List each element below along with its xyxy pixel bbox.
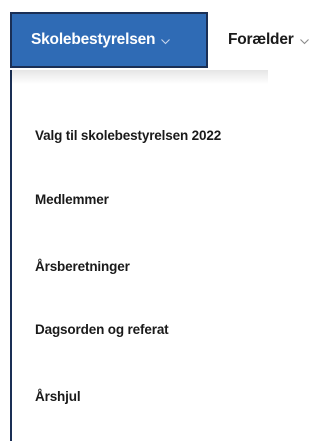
menu-item-valg[interactable]: Valg til skolebestyrelsen 2022 — [35, 126, 221, 146]
menu-item-medlemmer[interactable]: Medlemmer — [35, 190, 109, 210]
nav-item-skolebestyrelsen[interactable]: Skolebestyrelsen — [10, 12, 208, 68]
menu-item-dagsorden[interactable]: Dagsorden og referat — [35, 320, 169, 340]
main-navigation: Skolebestyrelsen Forælder — [0, 0, 323, 80]
nav-item-label: Skolebestyrelsen — [31, 31, 156, 48]
menu-item-aarshjul[interactable]: Årshjul — [35, 387, 81, 407]
chevron-down-icon — [161, 39, 171, 45]
menu-item-aarsberetninger[interactable]: Årsberetninger — [35, 257, 130, 277]
page: Skolebestyrelsen Forælder Valg til skole… — [0, 0, 323, 441]
nav-item-foraelder[interactable]: Forælder — [228, 12, 310, 68]
nav-item-label: Forælder — [228, 31, 294, 48]
chevron-down-icon — [299, 39, 309, 45]
dropdown-menu: Valg til skolebestyrelsen 2022 Medlemmer… — [10, 70, 268, 441]
